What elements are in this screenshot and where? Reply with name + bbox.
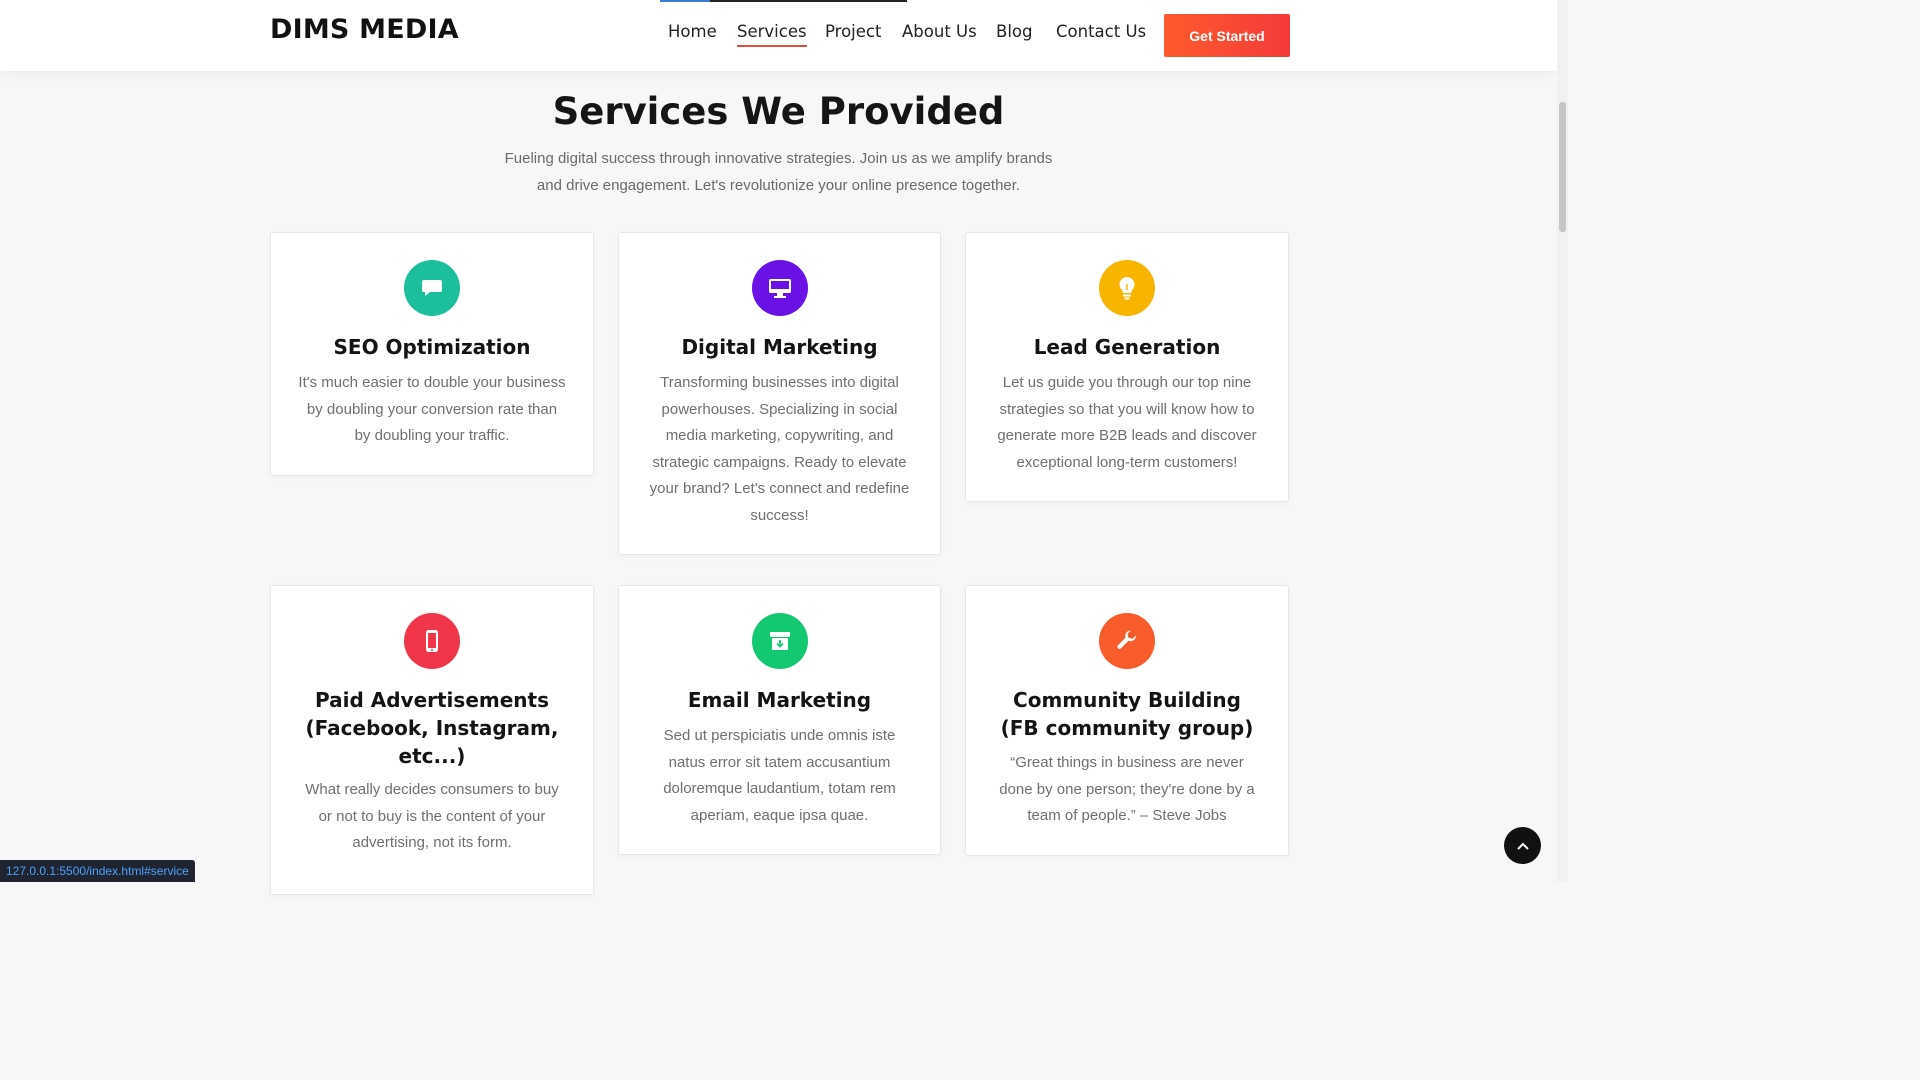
archive-box-icon (751, 613, 808, 669)
service-description: Let us guide you through our top nine st… (997, 374, 1257, 471)
nav-home[interactable]: Home (668, 22, 717, 41)
scrollbar-thumb[interactable] (1559, 102, 1566, 232)
service-description: It's much easier to double your business… (298, 374, 566, 444)
service-title: Lead Generation (1033, 335, 1221, 359)
service-title: Paid Advertisements (Facebook, Instagram… (305, 688, 559, 768)
nav-blog[interactable]: Blog (996, 22, 1032, 41)
nav-project[interactable]: Project (825, 22, 881, 41)
lightbulb-icon (1099, 260, 1155, 316)
service-title: Community Building (FB community group) (1000, 688, 1254, 740)
top-accent-bar (660, 0, 907, 2)
nav-services[interactable]: Services (737, 22, 807, 47)
chevron-up-icon (1516, 842, 1529, 850)
service-description: What really decides consumers to buy or … (305, 781, 559, 851)
service-description: Sed ut perspiciatis unde omnis iste natu… (663, 727, 896, 824)
service-card-email-marketing: Email Marketing Sed ut perspiciatis unde… (618, 585, 941, 855)
service-description: “Great things in business are never done… (999, 754, 1255, 824)
chat-bubble-icon (404, 260, 460, 316)
site-header: DIMS MEDIA Home Services Project About U… (0, 0, 1557, 71)
section-subtitle: Fueling digital success through innovati… (504, 150, 1053, 194)
mobile-phone-icon (404, 613, 460, 669)
service-card-paid-advertisements: Paid Advertisements (Facebook, Instagram… (270, 585, 594, 895)
service-card-seo: SEO Optimization It's much easier to dou… (270, 232, 594, 476)
service-card-community-building: Community Building (FB community group) … (965, 585, 1289, 856)
nav-about-us[interactable]: About Us (902, 22, 977, 41)
monitor-icon (751, 260, 808, 316)
service-card-digital-marketing: Digital Marketing Transforming businesse… (618, 232, 941, 555)
get-started-button[interactable]: Get Started (1164, 14, 1290, 57)
site-logo[interactable]: DIMS MEDIA (270, 14, 459, 45)
service-description: Transforming businesses into digital pow… (649, 374, 910, 524)
section-title: Services We Provided (552, 90, 1005, 133)
service-title: SEO Optimization (333, 335, 531, 359)
page-scrollbar[interactable] (1557, 0, 1568, 882)
service-title: Email Marketing (687, 688, 872, 712)
nav-contact-us[interactable]: Contact Us (1056, 22, 1146, 41)
status-bar-url: 127.0.0.1:5500/index.html#service (0, 860, 195, 882)
wrench-icon (1099, 613, 1155, 669)
back-to-top-button[interactable] (1504, 827, 1541, 864)
service-title: Digital Marketing (681, 335, 878, 359)
service-card-lead-generation: Lead Generation Let us guide you through… (965, 232, 1289, 502)
